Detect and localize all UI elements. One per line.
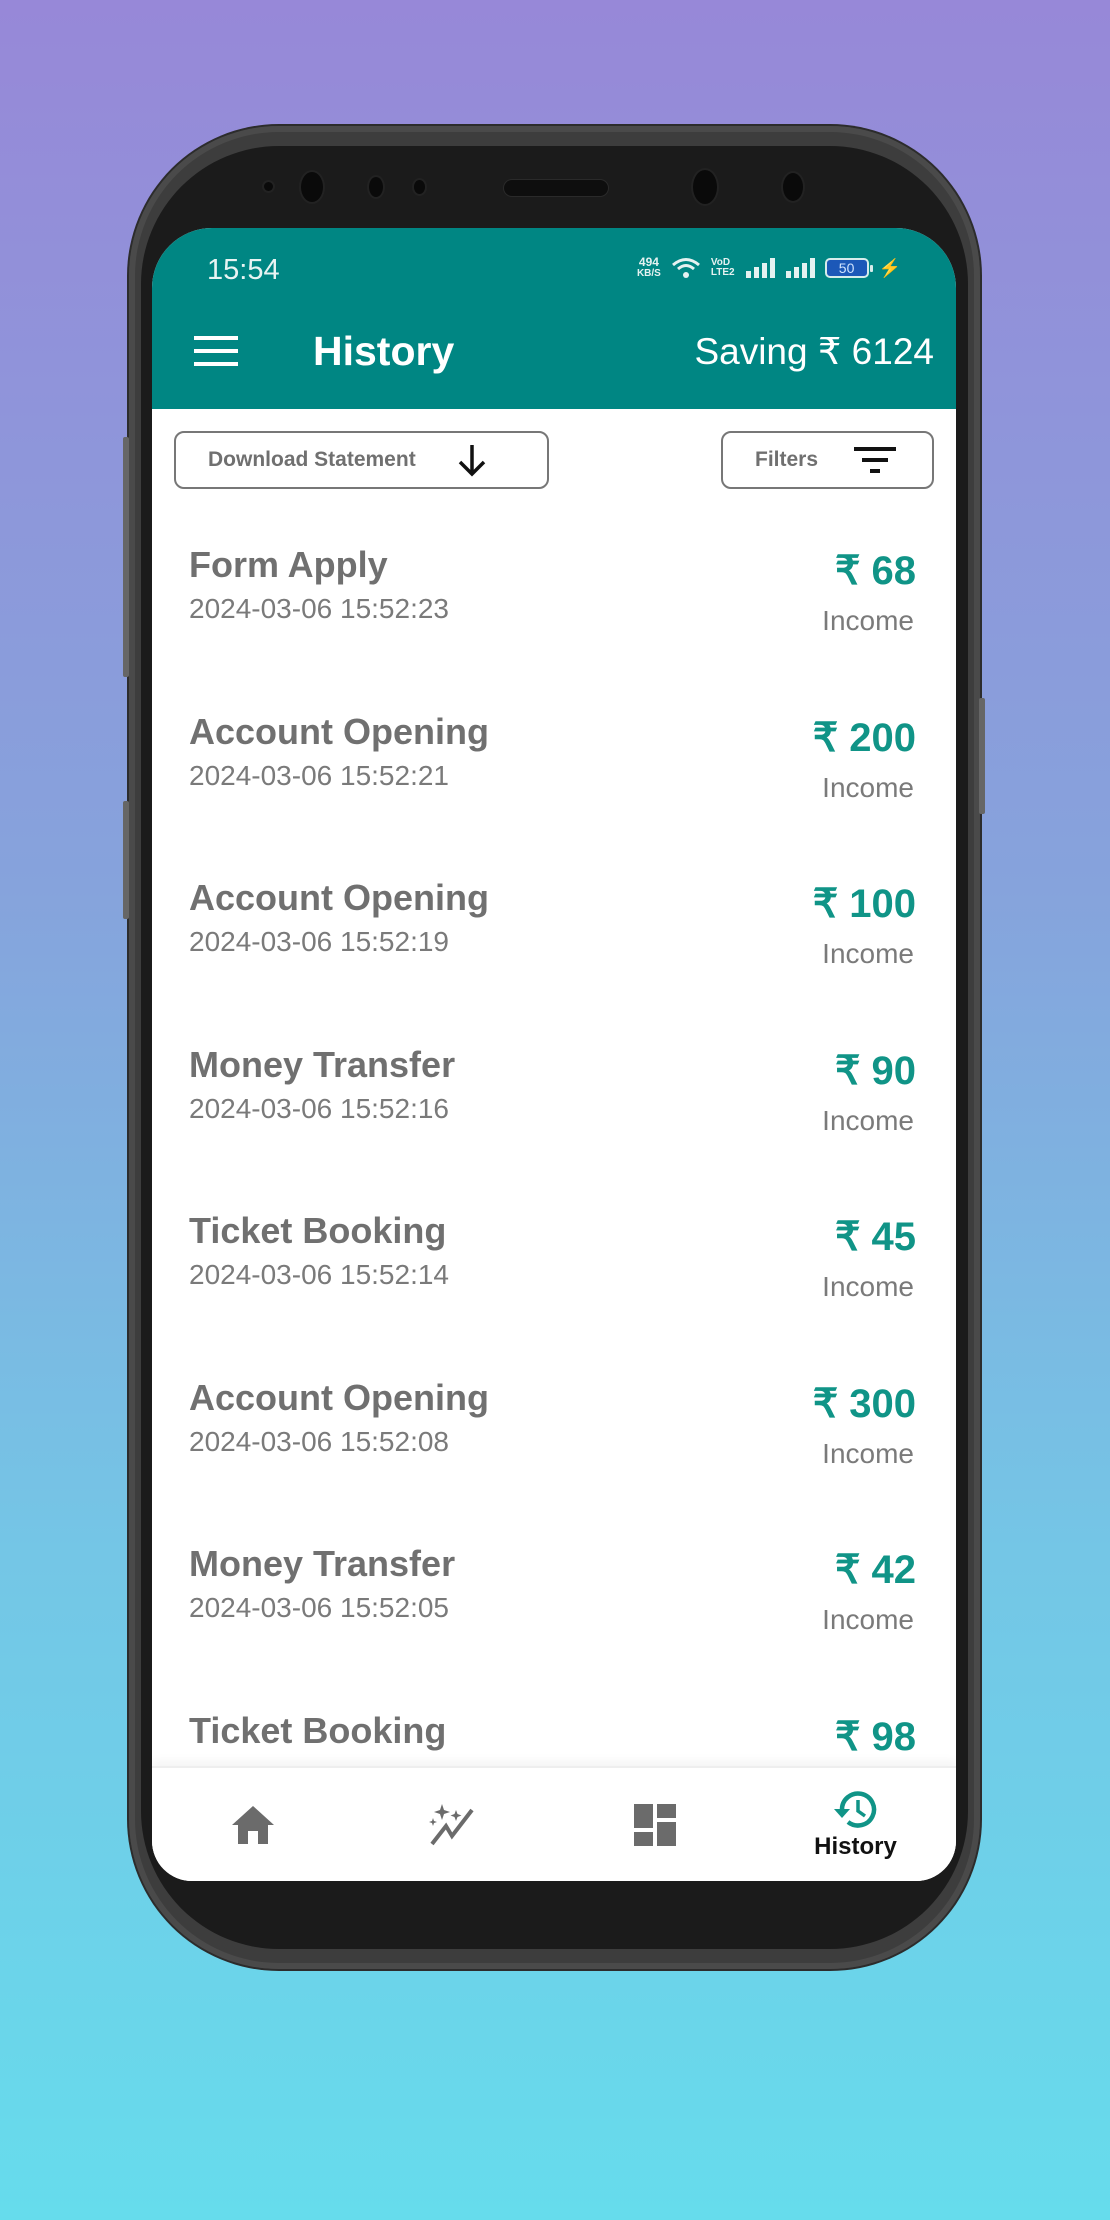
transaction-timestamp: 2024-03-06 15:52:16 xyxy=(189,1092,449,1124)
transaction-title: Money Transfer xyxy=(189,1043,456,1085)
action-bar: Download Statement Filters xyxy=(152,409,956,499)
nav-history-label: History xyxy=(814,1832,897,1860)
transaction-title: Money Transfer xyxy=(189,1543,456,1584)
transaction-title: Account Opening xyxy=(189,1376,489,1418)
transaction-row[interactable]: Form Apply 2024-03-06 15:52:23 ₹ 68 Inco… xyxy=(152,499,956,666)
hamburger-menu-icon[interactable] xyxy=(194,336,238,366)
nav-home[interactable] xyxy=(152,1768,353,1881)
transaction-timestamp: 2024-03-06 15:52:21 xyxy=(189,759,449,791)
charging-icon: ⚡ xyxy=(878,257,901,278)
filters-button[interactable]: Filters xyxy=(721,431,934,489)
front-camera xyxy=(301,172,323,202)
transaction-row[interactable]: Money Transfer 2024-03-06 15:52:05 ₹ 42 … xyxy=(152,1498,956,1665)
front-camera xyxy=(693,170,717,204)
earpiece-speaker xyxy=(504,180,608,196)
filter-list-icon xyxy=(854,447,897,473)
transaction-title: Ticket Booking xyxy=(189,1210,447,1251)
download-statement-button[interactable]: Download Statement xyxy=(174,431,549,489)
home-icon xyxy=(231,1805,274,1844)
signal-icon xyxy=(745,258,775,278)
transaction-type: Income xyxy=(822,938,914,969)
transaction-timestamp: 2024-03-06 15:52:23 xyxy=(189,593,449,624)
filters-label: Filters xyxy=(755,448,819,471)
phone-side-button-volume-down xyxy=(123,801,129,919)
transaction-amount: ₹ 90 xyxy=(834,1048,916,1093)
volte-icon: VoD LTE2 xyxy=(710,257,735,278)
history-icon xyxy=(833,1790,876,1828)
transaction-type: Income xyxy=(822,1604,914,1635)
front-camera xyxy=(783,173,803,201)
bottom-navigation: History xyxy=(152,1766,956,1881)
page-title: History xyxy=(313,328,455,374)
network-speed: 494 KB/S xyxy=(636,255,661,279)
transaction-list: Form Apply 2024-03-06 15:52:23 ₹ 68 Inco… xyxy=(152,499,956,1831)
nav-insights[interactable] xyxy=(353,1768,554,1881)
sensor-dot xyxy=(264,182,273,191)
sensor-dot xyxy=(369,177,383,197)
transaction-type: Income xyxy=(822,1271,914,1302)
battery-icon: 50 xyxy=(824,258,873,278)
transaction-amount: ₹ 200 xyxy=(812,715,916,760)
transaction-timestamp: 2024-03-06 15:52:19 xyxy=(189,926,449,957)
transaction-row[interactable]: Money Transfer 2024-03-06 15:52:16 ₹ 90 … xyxy=(152,999,956,1166)
transaction-row[interactable]: Account Opening 2024-03-06 15:52:08 ₹ 30… xyxy=(152,1332,956,1499)
status-icons: 494 KB/S VoD LTE2 50 ⚡ xyxy=(637,256,901,280)
dashboard-icon xyxy=(633,1803,676,1846)
transaction-amount: ₹ 42 xyxy=(834,1548,916,1592)
transaction-type: Income xyxy=(822,771,914,803)
app-bar: 15:54 494 KB/S VoD LTE2 50 ⚡ History Savi… xyxy=(152,228,956,409)
transaction-type: Income xyxy=(822,1104,914,1136)
transaction-type: Income xyxy=(822,1437,914,1469)
nav-dashboard[interactable] xyxy=(554,1768,755,1881)
transaction-amount: ₹ 100 xyxy=(812,882,916,926)
status-time: 15:54 xyxy=(207,254,280,286)
transaction-row[interactable]: Account Opening 2024-03-06 15:52:19 ₹ 10… xyxy=(152,832,956,999)
app-screen: 15:54 494 KB/S VoD LTE2 50 ⚡ History Savi… xyxy=(152,228,956,1881)
transaction-timestamp: 2024-03-06 15:52:05 xyxy=(189,1592,449,1623)
transaction-title: Account Opening xyxy=(189,710,489,752)
transaction-amount: ₹ 300 xyxy=(812,1381,916,1426)
transaction-row[interactable]: Ticket Booking 2024-03-06 15:52:14 ₹ 45 … xyxy=(152,1165,956,1332)
transaction-timestamp: 2024-03-06 15:52:08 xyxy=(189,1425,449,1457)
nav-history[interactable]: History xyxy=(755,1768,956,1881)
transaction-title: Account Opening xyxy=(189,877,489,918)
sparkle-trend-icon xyxy=(428,1803,474,1845)
wifi-icon xyxy=(671,258,700,278)
saving-balance: Saving ₹ 6124 xyxy=(694,331,934,372)
arrow-down-icon xyxy=(458,445,485,477)
signal-icon xyxy=(785,258,815,278)
transaction-title: Ticket Booking xyxy=(189,1709,447,1751)
transaction-amount: ₹ 45 xyxy=(834,1215,916,1259)
transaction-amount: ₹ 98 xyxy=(834,1714,916,1759)
download-statement-label: Download Statement xyxy=(208,448,416,471)
transaction-timestamp: 2024-03-06 15:52:14 xyxy=(189,1259,449,1290)
phone-side-button-volume-up xyxy=(123,437,129,677)
transaction-type: Income xyxy=(822,605,914,636)
sensor-dot xyxy=(414,180,425,194)
transaction-amount: ₹ 68 xyxy=(834,549,916,593)
phone-side-button-power xyxy=(979,698,985,814)
transaction-row[interactable]: Account Opening 2024-03-06 15:52:21 ₹ 20… xyxy=(152,666,956,833)
transaction-title: Form Apply xyxy=(189,544,388,585)
